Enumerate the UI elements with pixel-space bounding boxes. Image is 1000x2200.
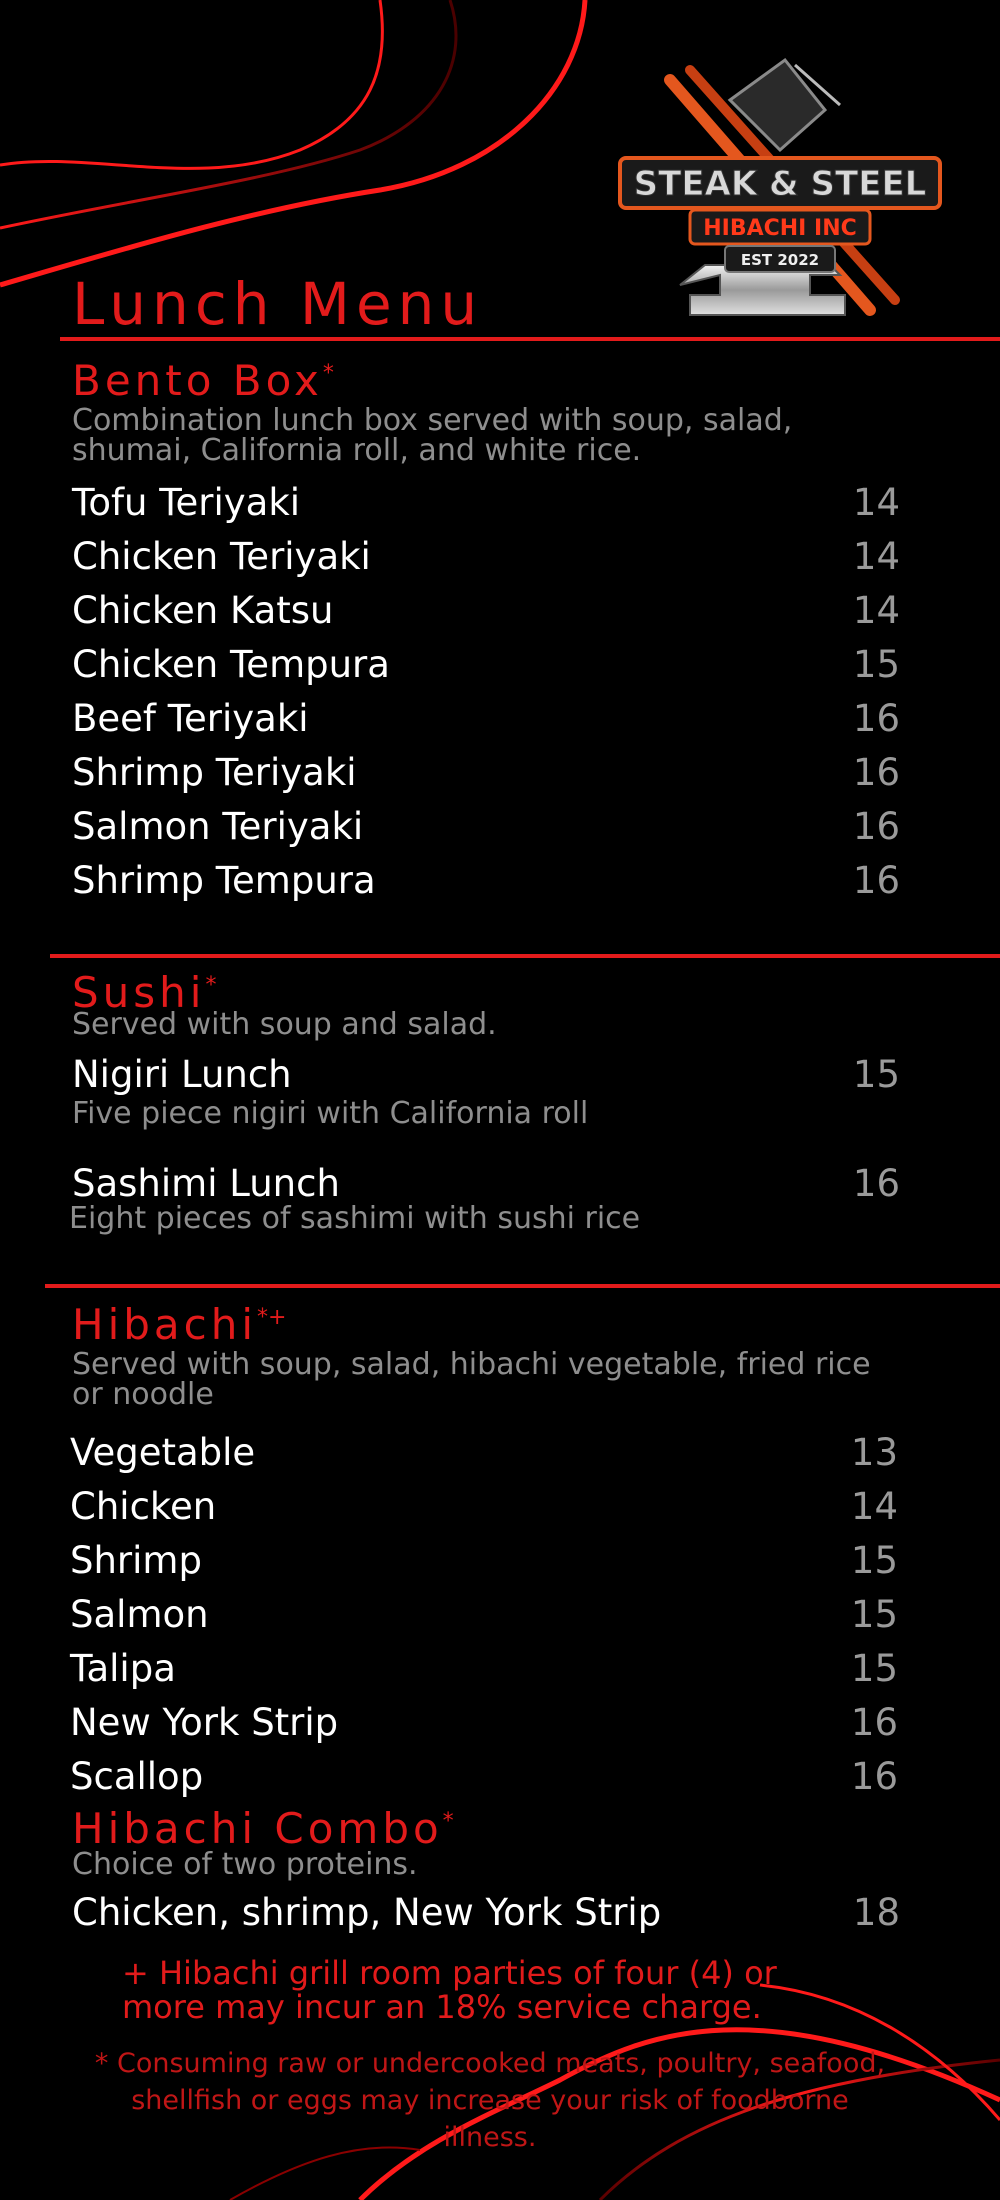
- steak-and-steel-logo: STEAK & STEEL HIBACHI INC EST 2022: [618, 57, 942, 316]
- item-name: Salmon: [70, 1593, 209, 1636]
- item-price: 15: [850, 1593, 898, 1636]
- menu-item: Shrimp Teriyaki 16: [72, 746, 942, 800]
- hibachi-mark: *+: [257, 1305, 287, 1330]
- item-price: 13: [850, 1431, 898, 1474]
- disclaimer-line-1: * Consuming raw or undercooked meats, po…: [94, 2048, 886, 2079]
- item-price: 16: [850, 1755, 898, 1798]
- hibachi-desc-line-2: or noodle: [72, 1377, 214, 1412]
- hibachi-combo-mark: *: [442, 1809, 454, 1834]
- logo-line-1: STEAK & STEEL: [634, 164, 927, 204]
- item-name: Talipa: [70, 1647, 176, 1690]
- bento-box-mark: *: [322, 361, 334, 386]
- page-title: Lunch Menu: [72, 270, 484, 338]
- title-divider: [60, 337, 1000, 341]
- menu-item: Scallop 16: [70, 1750, 940, 1804]
- sushi-description: Served with soup and salad.: [72, 1007, 497, 1042]
- item-name: Chicken: [70, 1485, 217, 1528]
- hibachi-combo-section: Hibachi Combo* Choice of two proteins. C…: [72, 1808, 942, 1940]
- bento-box-section: Bento Box* Combination lunch box served …: [72, 360, 942, 908]
- hibachi-title-text: Hibachi: [72, 1300, 258, 1349]
- menu-item: Vegetable 13: [70, 1426, 940, 1480]
- item-name: Chicken Teriyaki: [72, 535, 371, 578]
- menu-item: Shrimp Tempura 16: [72, 854, 942, 908]
- disclaimer-line-3: illness.: [443, 2122, 537, 2153]
- menu-item: New York Strip 16: [70, 1696, 940, 1750]
- menu-item: Chicken Tempura 15: [72, 638, 942, 692]
- service-charge-note: + Hibachi grill room parties of four (4)…: [122, 1956, 842, 2024]
- disclaimer-line-2: shellfish or eggs may increase your risk…: [131, 2085, 849, 2116]
- item-price: 15: [850, 1647, 898, 1690]
- hibachi-combo-title-text: Hibachi Combo: [72, 1804, 443, 1853]
- item-price: 16: [852, 751, 900, 794]
- hibachi-divider: [45, 1284, 1000, 1288]
- menu-item: Chicken, shrimp, New York Strip 18: [72, 1886, 942, 1940]
- bento-box-title: Bento Box*: [72, 360, 942, 402]
- menu-item: Chicken Teriyaki 14: [72, 530, 942, 584]
- item-name: Chicken Tempura: [72, 643, 390, 686]
- food-safety-disclaimer: * Consuming raw or undercooked meats, po…: [80, 2045, 900, 2156]
- item-name: Shrimp Teriyaki: [72, 751, 357, 794]
- item-description: Five piece nigiri with California roll: [72, 1096, 589, 1131]
- hibachi-combo-title: Hibachi Combo*: [72, 1808, 942, 1850]
- item-price: 15: [850, 1539, 898, 1582]
- bento-desc-line-2: shumai, California roll, and white rice.: [72, 433, 642, 468]
- logo-line-3: EST 2022: [741, 251, 819, 269]
- menu-item: Chicken Katsu 14: [72, 584, 942, 638]
- item-name: Vegetable: [70, 1431, 256, 1474]
- item-price: 14: [852, 481, 900, 524]
- item-price: 15: [852, 643, 900, 686]
- item-price: 16: [852, 859, 900, 902]
- sushi-divider: [50, 954, 1000, 958]
- menu-item: Chicken 14: [70, 1480, 940, 1534]
- item-price: 16: [852, 1162, 900, 1205]
- menu-item: Salmon 15: [70, 1588, 940, 1642]
- sushi-section: Sushi* Served with soup and salad. Nigir…: [69, 972, 942, 1252]
- service-charge-line-1: + Hibachi grill room parties of four (4)…: [122, 1954, 777, 1992]
- menu-item: Tofu Teriyaki 14: [72, 476, 942, 530]
- item-price: 14: [852, 589, 900, 632]
- menu-item: Salmon Teriyaki 16: [72, 800, 942, 854]
- item-price: 15: [852, 1053, 900, 1096]
- hibachi-section: Hibachi*+ Served with soup, salad, hibac…: [70, 1304, 940, 1804]
- service-charge-line-2: more may incur an 18% service charge.: [122, 1988, 762, 2026]
- item-name: Shrimp Tempura: [72, 859, 376, 902]
- item-name: New York Strip: [70, 1701, 339, 1744]
- item-price: 16: [852, 697, 900, 740]
- item-name: Beef Teriyaki: [72, 697, 309, 740]
- item-price: 18: [852, 1891, 900, 1934]
- item-name: Tofu Teriyaki: [72, 481, 301, 524]
- item-price: 16: [850, 1701, 898, 1744]
- item-name: Scallop: [70, 1755, 204, 1798]
- item-name: Salmon Teriyaki: [72, 805, 364, 848]
- logo-line-2: HIBACHI INC: [703, 216, 857, 241]
- hibachi-item-list: Vegetable 13 Chicken 14 Shrimp 15 Salmon 15 …: [70, 1426, 940, 1804]
- menu-item: Nigiri Lunch 15 Five piece nigiri with C…: [72, 1048, 942, 1131]
- item-price: 14: [852, 535, 900, 578]
- hibachi-combo-description: Choice of two proteins.: [72, 1847, 418, 1882]
- menu-item: Talipa 15: [70, 1642, 940, 1696]
- bento-box-description: Combination lunch box served with soup, …: [72, 406, 942, 466]
- hibachi-description: Served with soup, salad, hibachi vegetab…: [72, 1350, 940, 1410]
- bento-item-list: Tofu Teriyaki 14 Chicken Teriyaki 14 Chick…: [72, 476, 942, 908]
- item-name: Chicken Katsu: [72, 589, 334, 632]
- item-name: Shrimp: [70, 1539, 202, 1582]
- item-name: Chicken, shrimp, New York Strip: [72, 1891, 662, 1934]
- bento-box-title-text: Bento Box: [72, 356, 323, 405]
- item-name: Nigiri Lunch: [72, 1053, 292, 1096]
- menu-item: Sashimi Lunch 16 Eight pieces of sashimi…: [69, 1157, 942, 1236]
- item-description: Eight pieces of sashimi with sushi rice: [69, 1201, 641, 1236]
- menu-item: Beef Teriyaki 16: [72, 692, 942, 746]
- item-price: 16: [852, 805, 900, 848]
- menu-item: Shrimp 15: [70, 1534, 940, 1588]
- hibachi-title: Hibachi*+: [72, 1304, 940, 1346]
- item-price: 14: [850, 1485, 898, 1528]
- sushi-mark: *: [205, 973, 217, 998]
